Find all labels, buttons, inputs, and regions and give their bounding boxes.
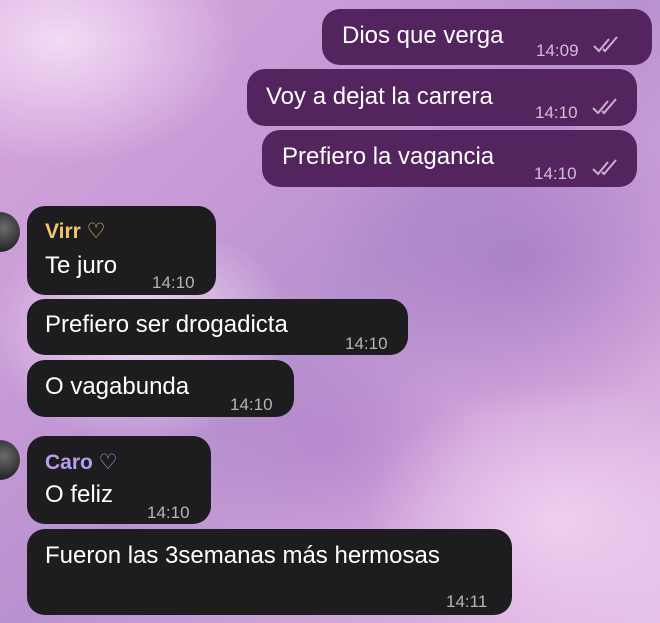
message-text: Te juro bbox=[45, 252, 118, 279]
incoming-message[interactable]: Caro ♡ O feliz 14:10 bbox=[27, 436, 211, 524]
message-text: Prefiero la vagancia bbox=[282, 143, 495, 170]
message-time: 14:09 bbox=[536, 41, 579, 60]
message-time: 14:11 bbox=[446, 592, 488, 611]
outgoing-message[interactable]: Voy a dejat la carrera 14:10 bbox=[247, 69, 637, 126]
message-time: 14:10 bbox=[230, 395, 273, 414]
message-time: 14:10 bbox=[534, 164, 577, 183]
avatar[interactable] bbox=[0, 440, 20, 480]
message-time: 14:10 bbox=[152, 273, 195, 292]
outgoing-message[interactable]: Prefiero la vagancia 14:10 bbox=[262, 130, 637, 187]
outgoing-message[interactable]: Dios que verga 14:09 bbox=[322, 9, 652, 65]
message-time: 14:10 bbox=[345, 334, 388, 353]
sender-name[interactable]: Virr ♡ bbox=[45, 217, 105, 247]
incoming-message[interactable]: Prefiero ser drogadicta 14:10 bbox=[27, 299, 408, 355]
message-text: Voy a dejat la carrera bbox=[266, 83, 493, 110]
double-check-read-icon bbox=[592, 98, 617, 115]
double-check-read-icon bbox=[592, 159, 617, 176]
double-check-read-icon bbox=[593, 36, 618, 53]
sender-name[interactable]: Caro ♡ bbox=[45, 448, 118, 478]
message-text: Fueron las 3semanas más hermosas bbox=[45, 542, 440, 569]
message-text: Dios que verga bbox=[342, 22, 504, 49]
message-time: 14:10 bbox=[535, 103, 578, 122]
message-text: Prefiero ser drogadicta bbox=[45, 311, 288, 338]
incoming-message[interactable]: Virr ♡ Te juro 14:10 bbox=[27, 206, 216, 295]
incoming-message[interactable]: O vagabunda 14:10 bbox=[27, 360, 294, 417]
message-time: 14:10 bbox=[147, 503, 190, 522]
avatar[interactable] bbox=[0, 212, 20, 252]
message-text: O feliz bbox=[45, 481, 114, 508]
message-text: O vagabunda bbox=[45, 373, 190, 400]
incoming-message[interactable]: Fueron las 3semanas más hermosas 14:11 bbox=[27, 529, 512, 615]
